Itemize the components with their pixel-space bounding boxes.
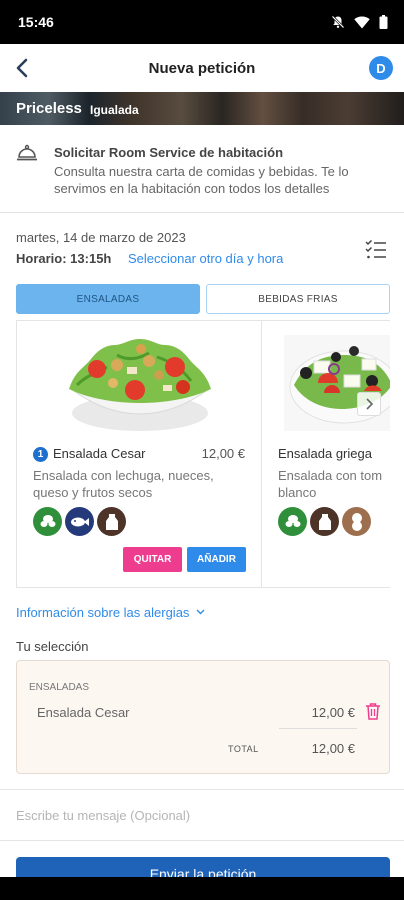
dairy-icon	[310, 507, 339, 536]
room-service-cloche-icon	[17, 144, 37, 161]
product-description: Ensalada con tom blanco	[278, 468, 383, 500]
system-navigation-bar	[0, 877, 404, 900]
selection-heading: Tu selección	[16, 639, 89, 654]
muted-bell-icon	[331, 15, 345, 29]
selection-item-price: 12,00 €	[311, 705, 355, 720]
peanut-icon	[342, 507, 371, 536]
product-carousel[interactable]: 1 Ensalada Cesar 12,00 € Ensalada con lec…	[16, 320, 390, 588]
wifi-icon	[354, 16, 370, 28]
status-time: 15:46	[18, 14, 54, 30]
room-service-description: Consulta nuestra carta de comidas y bebi…	[54, 164, 349, 196]
page-title: Nueva petición	[148, 59, 256, 77]
chevron-down-icon	[196, 609, 205, 615]
selection-item-name: Ensalada Cesar	[37, 705, 130, 720]
carousel-next-button[interactable]	[357, 392, 381, 416]
hotel-location: Igualada	[90, 103, 139, 117]
greek-salad-image	[284, 335, 390, 431]
message-input[interactable]	[16, 803, 390, 827]
nuts-icon	[33, 507, 62, 536]
app-bar: Nueva petición D	[0, 44, 404, 92]
hotel-name: Priceless	[16, 100, 82, 117]
allergy-info-link[interactable]: Información sobre las alergias	[16, 605, 205, 620]
product-price: 12,00 €	[201, 446, 245, 461]
dairy-icon	[97, 507, 126, 536]
nuts-icon	[278, 507, 307, 536]
tab-bebidas-frias[interactable]: BEBIDAS FRIAS	[206, 284, 390, 314]
total-value: 12,00 €	[311, 741, 355, 756]
tab-ensaladas[interactable]: ENSALADAS	[16, 284, 200, 314]
user-avatar[interactable]: D	[369, 56, 393, 80]
product-card-ensalada-griega[interactable]: Ensalada griega Ensalada con tom blanco	[262, 320, 390, 588]
room-service-title: Solicitar Room Service de habitación	[54, 145, 284, 160]
menu-list-icon[interactable]	[365, 239, 387, 261]
divider	[0, 789, 404, 790]
screen: 15:46 Nueva petición D Priceless Igualad…	[0, 0, 404, 900]
hotel-banner: Priceless Igualada	[0, 92, 404, 125]
status-icons	[331, 15, 388, 29]
product-description: Ensalada con lechuga, nueces, queso y fr…	[33, 468, 214, 500]
divider	[0, 840, 404, 841]
selection-summary: ENSALADAS Ensalada Cesar 12,00 € TOTAL 1…	[16, 660, 390, 774]
caesar-salad-image	[69, 339, 211, 431]
allergen-list	[278, 507, 371, 536]
allergen-list	[33, 507, 126, 536]
product-name: 1 Ensalada Cesar	[33, 446, 146, 462]
total-label: TOTAL	[228, 744, 259, 754]
product-name-text: Ensalada Cesar	[53, 446, 146, 461]
product-card-ensalada-cesar[interactable]: 1 Ensalada Cesar 12,00 € Ensalada con lec…	[16, 320, 262, 588]
fish-icon	[65, 507, 94, 536]
quantity-badge: 1	[33, 447, 48, 462]
remove-button[interactable]: QUITAR	[123, 547, 182, 572]
chevron-right-icon	[366, 398, 374, 410]
add-button[interactable]: AÑADIR	[187, 547, 246, 572]
selected-time: Horario: 13:15h	[16, 251, 112, 266]
product-name: Ensalada griega	[278, 446, 372, 461]
back-button[interactable]	[6, 52, 38, 84]
divider	[279, 728, 357, 729]
trash-icon[interactable]	[365, 702, 381, 720]
battery-icon	[379, 15, 388, 29]
status-bar: 15:46	[0, 0, 404, 44]
change-date-link[interactable]: Seleccionar otro día y hora	[128, 251, 283, 266]
selected-date: martes, 14 de marzo de 2023	[16, 230, 186, 245]
back-arrow-icon	[16, 58, 28, 78]
room-service-info: Solicitar Room Service de habitación Con…	[0, 125, 404, 213]
selection-category: ENSALADAS	[29, 682, 90, 693]
